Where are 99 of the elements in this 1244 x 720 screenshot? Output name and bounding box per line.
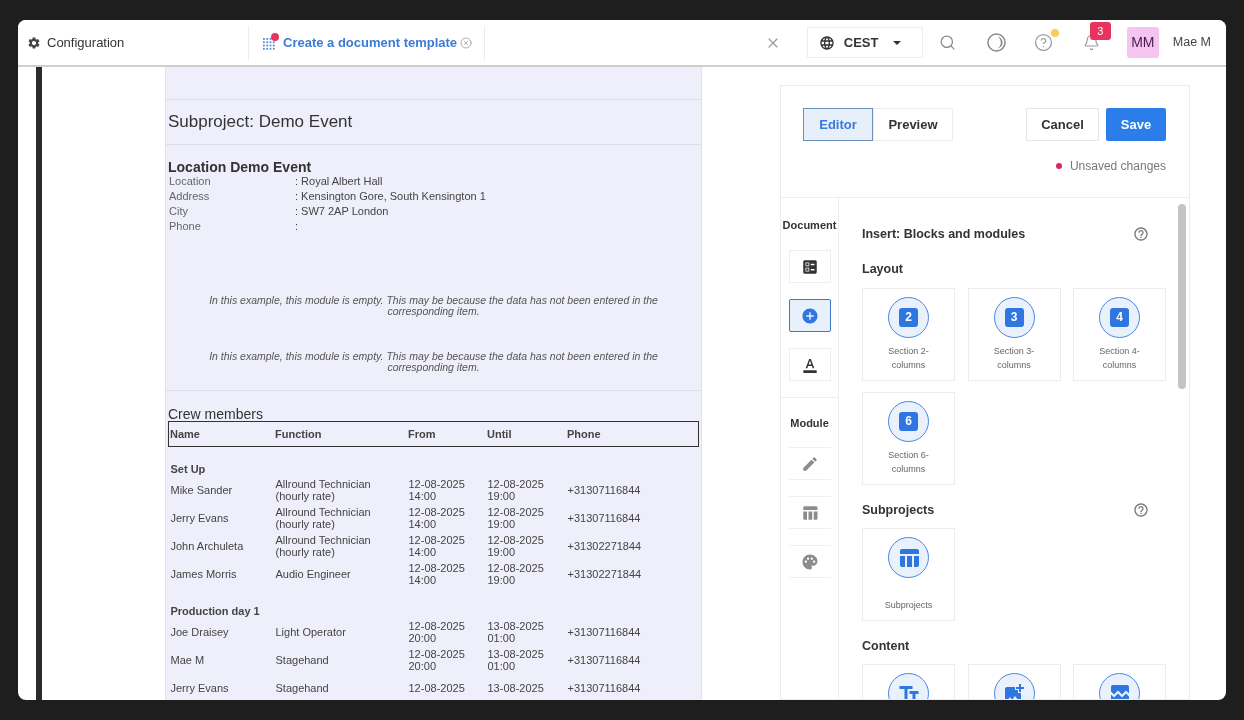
table-cell-text: Joe Draisey xyxy=(170,626,230,638)
help-icon[interactable] xyxy=(1033,33,1053,52)
table-cell-text: 12-08-2025 14:00 xyxy=(408,534,466,558)
column-header: Function xyxy=(275,426,323,442)
table-cell-text: 12-08-2025 14:00 xyxy=(408,478,466,502)
block-card[interactable]: Subprojects xyxy=(862,528,955,621)
table-icon xyxy=(888,537,929,578)
mode-tab[interactable]: Editor xyxy=(803,108,873,141)
help-icon[interactable] xyxy=(1133,226,1149,242)
field-value: : Kensington Gore, South Kensington 1 xyxy=(295,189,487,204)
column-count: 4 xyxy=(1110,308,1129,327)
user-name: Mae M xyxy=(1172,34,1211,52)
field-label: Address xyxy=(169,189,211,204)
pencil-icon xyxy=(800,454,819,473)
section-heading: Layout xyxy=(862,261,903,277)
notification-badge: 3 xyxy=(1089,21,1111,40)
close-icon[interactable] xyxy=(460,36,472,49)
search-icon[interactable] xyxy=(938,34,956,51)
scrollbar-thumb[interactable] xyxy=(1178,204,1186,389)
column-header: Name xyxy=(170,426,201,442)
table-cell-text: Jerry Evans xyxy=(170,682,230,694)
mode-tab[interactable]: Preview xyxy=(873,108,953,141)
table-cell-text: 12-08-2025 19:00 xyxy=(487,506,545,530)
table-cell-text: Mike Sander xyxy=(170,484,234,496)
document-title: Subproject: Demo Event xyxy=(168,111,353,134)
table-cell-text: Jerry Evans xyxy=(170,512,230,524)
table-cell-text: 12-08-2025 14:00 xyxy=(408,506,466,530)
settings-icon xyxy=(27,35,41,50)
section-heading: Subprojects xyxy=(862,502,935,518)
field-value: : SW7 2AP London xyxy=(295,204,390,219)
column-count: 3 xyxy=(1004,308,1024,327)
table-cell-text: Mae M xyxy=(170,654,206,666)
field-value: : Royal Albert Hall xyxy=(295,174,384,189)
text-color-icon xyxy=(801,356,818,373)
empty-module-note: In this example, this module is empty. This may be because the data has not been entered in the corresponding item. xyxy=(208,295,659,317)
table-cell-text: +31302271844 xyxy=(567,568,643,580)
field-label: City xyxy=(169,204,189,219)
field-value: : xyxy=(295,219,300,234)
palette-icon xyxy=(800,552,819,571)
document-tab[interactable]: Create a document template xyxy=(283,32,458,53)
table-cell-text: 12-08-2025 xyxy=(408,682,466,694)
group-label: Production day 1 xyxy=(169,604,261,617)
user-avatar[interactable]: MM xyxy=(1126,27,1159,58)
save-button[interactable]: Save xyxy=(1106,108,1166,141)
crew-heading: Crew members xyxy=(167,405,264,421)
unsaved-status: Unsaved changes xyxy=(1069,159,1166,173)
bell-icon[interactable] xyxy=(1082,33,1100,51)
column-header: From xyxy=(408,426,437,442)
insert-title: Insert: Blocks and modules xyxy=(862,226,1026,242)
block-card[interactable]: 3 Section 3-columns xyxy=(967,288,1061,381)
field-label: Location xyxy=(169,174,212,189)
table-cell-text: +31307116844 xyxy=(567,512,642,524)
table-cell-text: Light Operator xyxy=(275,626,347,638)
table-cell-text: Allround Technician (hourly rate) xyxy=(275,506,372,530)
table-cell-text: 12-08-2025 20:00 xyxy=(408,648,466,672)
globe-icon xyxy=(818,34,835,51)
table-cell-text: Allround Technician (hourly rate) xyxy=(275,534,372,558)
table-cell-text: 13-08-2025 xyxy=(487,682,545,694)
table-cell-text: 12-08-2025 19:00 xyxy=(487,478,545,502)
rail-section-label: Document xyxy=(781,218,838,232)
table-cell-text: Stagehand xyxy=(275,682,330,694)
table-cell-text: 13-08-2025 01:00 xyxy=(487,620,545,644)
column-header: Phone xyxy=(567,426,602,442)
table-cell-text: James Morris xyxy=(170,568,238,580)
group-label: Set Up xyxy=(169,462,207,475)
block-card[interactable]: 2 Section 2-columns xyxy=(862,288,955,381)
cancel-button[interactable]: Cancel xyxy=(1026,108,1099,141)
timezone-dropdown[interactable]: CEST xyxy=(806,27,923,58)
block-card[interactable]: 4 Section 4-columns xyxy=(1073,288,1166,381)
empty-module-note: In this example, this module is empty. This may be because the data has not been entered in the corresponding item. xyxy=(208,351,659,373)
table-cell-text: +31307116844 xyxy=(567,626,642,638)
table-cell-text: 12-08-2025 19:00 xyxy=(487,534,545,558)
table-cell-text: +31302271844 xyxy=(567,540,643,552)
table-cell-text: Audio Engineer xyxy=(275,568,352,580)
rail-section-label: Module xyxy=(789,416,830,430)
table-cell-text: 12-08-2025 19:00 xyxy=(487,562,545,586)
table-cell-text: Allround Technician (hourly rate) xyxy=(275,478,372,502)
caret-icon xyxy=(892,40,901,45)
block-card[interactable]: 6 Section 6-columns xyxy=(862,392,955,485)
table-cell-text: 12-08-2025 14:00 xyxy=(408,562,466,586)
section-title: Configuration xyxy=(47,33,125,52)
location-heading: Location Demo Event xyxy=(167,158,313,174)
theme-icon[interactable] xyxy=(986,33,1006,52)
form-icon xyxy=(800,257,819,276)
help-icon[interactable] xyxy=(1133,502,1149,518)
table-cell-text: 13-08-2025 01:00 xyxy=(487,648,545,672)
column-header: Until xyxy=(487,426,513,442)
table-cell-text: +31307116844 xyxy=(567,654,642,666)
column-count: 2 xyxy=(899,308,918,327)
table-cell-text: +31307116844 xyxy=(567,682,642,694)
grid-icon xyxy=(263,37,275,50)
table-cell-text: Stagehand xyxy=(275,654,330,666)
table-cell-text: +31307116844 xyxy=(567,484,642,496)
section-heading: Content xyxy=(862,638,910,654)
table-cell-text: 12-08-2025 20:00 xyxy=(408,620,466,644)
field-label: Phone xyxy=(169,219,202,234)
table-icon xyxy=(800,503,819,522)
column-count: 6 xyxy=(899,412,918,431)
table-cell-text: John Archuleta xyxy=(170,540,245,552)
